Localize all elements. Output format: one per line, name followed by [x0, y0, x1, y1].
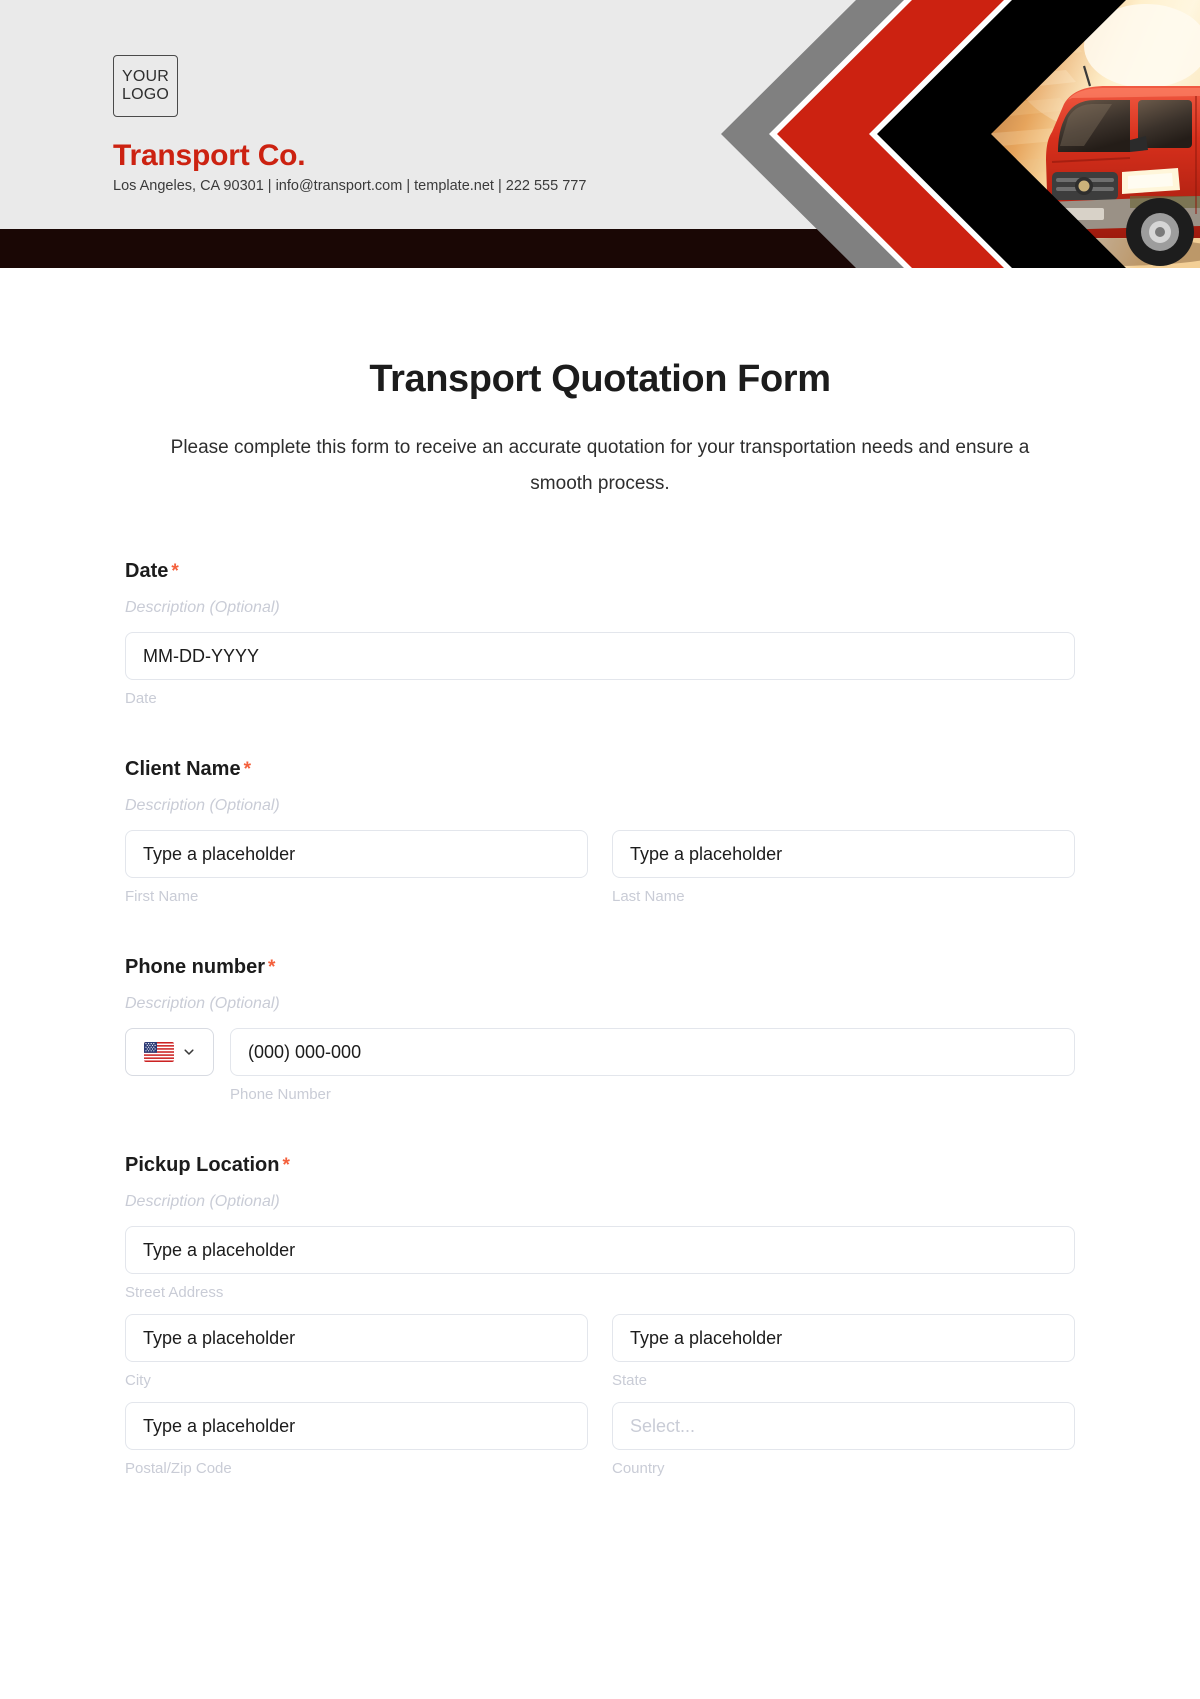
sublabel-first-name: First Name: [125, 888, 199, 905]
field-column: Type a placeholder Street Address: [125, 1226, 1075, 1302]
field-column: Type a placeholder State: [612, 1314, 1075, 1390]
field-label-pickup-location: Pickup Location *: [125, 1152, 1075, 1179]
field-label-date-text: Date: [125, 560, 169, 582]
field-column: Type a placeholder Postal/Zip Code: [125, 1402, 588, 1478]
field-label-client-name-text: Client Name: [125, 758, 241, 780]
field-label-phone-number-text: Phone number: [125, 956, 266, 978]
sublabel-street-address: Street Address: [125, 1284, 224, 1301]
last-name-input[interactable]: Type a placeholder: [612, 830, 1075, 878]
sublabel-phone-number: Phone Number: [230, 1086, 331, 1103]
sublabel-state: State: [612, 1372, 648, 1389]
date-input[interactable]: MM-DD-YYYY: [125, 632, 1075, 680]
required-asterisk: *: [243, 759, 251, 780]
sublabel-postal-code: Postal/Zip Code: [125, 1460, 232, 1477]
sublabel-city: City: [125, 1372, 151, 1389]
field-pickup-location: Pickup Location * Description (Optional) …: [125, 1152, 1075, 1478]
logo-line-1: YOUR: [121, 68, 170, 85]
field-description-client-name: Description (Optional): [125, 797, 280, 814]
phone-number-input[interactable]: (000) 000-000: [230, 1028, 1075, 1076]
page-header: YOUR LOGO Transport Co. Los Angeles, CA …: [0, 0, 1200, 268]
postal-code-input[interactable]: Type a placeholder: [125, 1402, 588, 1450]
phone-input-row: (000) 000-000: [125, 1028, 1075, 1076]
field-label-phone-number: Phone number *: [125, 954, 1075, 981]
sublabel-date: Date: [125, 690, 157, 707]
field-client-name: Client Name * Description (Optional) Type…: [125, 756, 1075, 906]
field-label-pickup-location-text: Pickup Location: [125, 1154, 280, 1176]
city-input[interactable]: Type a placeholder: [125, 1314, 588, 1362]
form-page: Transport Quotation Form Please complete…: [0, 356, 1200, 1478]
field-phone-number: Phone number * Description (Optional) (0…: [125, 954, 1075, 1104]
logo-line-2: LOGO: [121, 86, 170, 103]
logo-placeholder: YOUR LOGO: [113, 55, 178, 117]
field-column: Type a placeholder Last Name: [612, 830, 1075, 906]
required-asterisk: *: [171, 561, 179, 582]
field-label-client-name: Client Name *: [125, 756, 1075, 783]
brand-block: YOUR LOGO Transport Co. Los Angeles, CA …: [113, 55, 586, 196]
field-description-pickup-location: Description (Optional): [125, 1193, 280, 1210]
page-title: Transport Quotation Form: [369, 358, 831, 400]
field-column: Type a placeholder City: [125, 1314, 588, 1390]
company-contact-line: Los Angeles, CA 90301 | info@transport.c…: [113, 178, 587, 194]
first-name-input[interactable]: Type a placeholder: [125, 830, 588, 878]
country-select[interactable]: Select...: [612, 1402, 1075, 1450]
country-code-select[interactable]: [125, 1028, 214, 1076]
field-label-date: Date *: [125, 558, 1075, 585]
field-date: Date * Description (Optional) MM-DD-YYYY …: [125, 558, 1075, 708]
required-asterisk: *: [268, 957, 276, 978]
field-column: MM-DD-YYYY Date: [125, 632, 1075, 708]
company-name: Transport Co.: [113, 139, 306, 172]
chevron-down-icon: [183, 1046, 195, 1058]
page-description: Please complete this form to receive an …: [170, 437, 1030, 494]
field-description-date: Description (Optional): [125, 599, 280, 616]
field-column: Type a placeholder First Name: [125, 830, 588, 906]
field-column: Select... Country: [612, 1402, 1075, 1478]
state-input[interactable]: Type a placeholder: [612, 1314, 1075, 1362]
street-address-input[interactable]: Type a placeholder: [125, 1226, 1075, 1274]
header-chevron-artwork: [660, 0, 1200, 268]
sublabel-country: Country: [612, 1460, 665, 1477]
us-flag-icon: [144, 1042, 174, 1062]
sublabel-last-name: Last Name: [612, 888, 685, 905]
required-asterisk: *: [282, 1155, 290, 1176]
field-description-phone-number: Description (Optional): [125, 995, 280, 1012]
